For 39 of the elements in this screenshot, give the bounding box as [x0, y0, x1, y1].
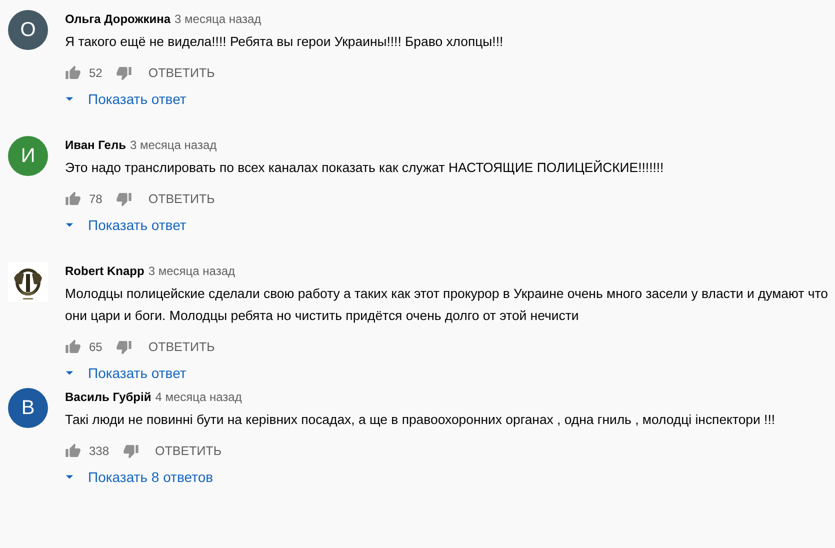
comment-time[interactable]: 3 месяца назад: [174, 12, 262, 26]
author-name[interactable]: Иван Гель: [65, 138, 126, 152]
comment-text: Такі люди не повинні бути на керівних посадах, а ще в правоохоронних органах , одна гниль , молодці інспектори !!!: [65, 411, 776, 429]
show-replies-button[interactable]: Показать 8 ответов: [65, 469, 214, 485]
reply-button[interactable]: ОТВЕТИТЬ: [140, 66, 223, 80]
avatar[interactable]: О: [8, 10, 48, 50]
comment-text: Я такого ещё не видела!!!! Ребята вы герои Украины!!!! Браво хлопцы!!!: [65, 33, 504, 51]
avatar[interactable]: В: [8, 388, 48, 428]
thumbs-up-icon[interactable]: [65, 339, 81, 355]
show-replies-button[interactable]: Показать ответ: [65, 217, 186, 233]
comment-time[interactable]: 3 месяца назад: [130, 138, 217, 152]
caret-icon: [65, 222, 74, 228]
avatar[interactable]: И: [8, 136, 48, 176]
show-replies-button[interactable]: Показать ответ: [65, 91, 186, 107]
thumbs-down-icon[interactable]: [123, 443, 140, 459]
show-replies-button[interactable]: Показать ответ: [65, 365, 186, 381]
thumbs-down-icon[interactable]: [116, 191, 132, 207]
like-count: 65: [89, 340, 102, 354]
caret-icon: [65, 96, 74, 102]
comment-time[interactable]: 4 месяца назад: [155, 390, 242, 404]
caret-icon: [65, 370, 74, 376]
comment-time[interactable]: 3 месяца назад: [148, 264, 235, 278]
author-name[interactable]: Василь Губрій: [65, 390, 152, 404]
author-name[interactable]: Ольга Дорожкина: [65, 12, 171, 26]
like-count: 78: [89, 192, 102, 206]
like-count: 338: [89, 444, 110, 458]
caret-icon: [65, 474, 74, 480]
like-count: 52: [89, 66, 102, 80]
author-name[interactable]: Robert Knapp: [65, 264, 144, 278]
thumbs-down-icon[interactable]: [116, 65, 132, 81]
thumbs-up-icon[interactable]: [65, 443, 81, 459]
thumbs-up-icon[interactable]: [65, 191, 81, 207]
comment-text: Молодцы полицейские сделали свою работу а таких как этот прокурор в Украине очень много засели у власти и думают что они цари и боги. Молодцы ребята но чистить придётся очень долго от этой нечисти: [65, 285, 829, 325]
thumbs-down-icon[interactable]: [116, 339, 132, 355]
thumbs-up-icon[interactable]: [65, 65, 81, 81]
reply-button[interactable]: ОТВЕТИТЬ: [140, 192, 223, 206]
reply-button[interactable]: ОТВЕТИТЬ: [140, 340, 223, 354]
comment-text: Это надо транслировать по всех каналах показать как служат НАСТОЯЩИЕ ПОЛИЦЕЙСКИЕ!!!!!!!: [65, 159, 665, 177]
reply-button[interactable]: ОТВЕТИТЬ: [147, 444, 230, 458]
